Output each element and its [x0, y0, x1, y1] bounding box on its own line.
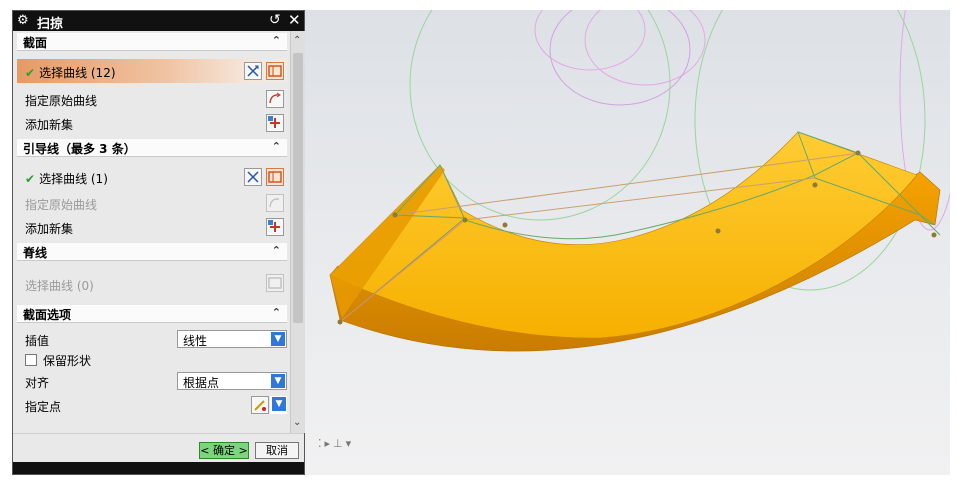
section-add-new-set-row[interactable]: 添加新集 [17, 111, 287, 135]
add-set-icon[interactable] [266, 218, 284, 236]
curve-select-icon [266, 274, 284, 292]
section-select-curve-label: 选择曲线 (12) [39, 66, 116, 80]
guide-select-curve-row[interactable]: ✔ 选择曲线 (1) [17, 165, 287, 189]
dropdown-arrow-icon[interactable]: ▼ [271, 374, 285, 388]
dropdown-arrow-icon[interactable]: ▼ [272, 397, 286, 411]
origin-curve-icon [266, 194, 284, 212]
reverse-direction-icon[interactable] [244, 62, 262, 80]
point-method-dropdown[interactable]: ▼ [270, 396, 287, 414]
alignment-dropdown[interactable]: 根据点 ▼ [177, 372, 287, 390]
section-header-spine[interactable]: 脊线 ⌃ [17, 243, 287, 261]
guide-header-label: 引导线（最多 3 条） [23, 142, 136, 156]
guide-add-new-set-label: 添加新集 [25, 222, 74, 236]
section-options-header-label: 截面选项 [23, 308, 72, 322]
sweep-model-scene[interactable] [300, 10, 950, 475]
preserve-shape-checkbox[interactable] [25, 354, 37, 366]
dialog-titlebar[interactable]: ⚙ 扫掠 ↺ ✕ [13, 11, 304, 32]
alignment-label: 对齐 [25, 376, 50, 390]
collapse-icon[interactable]: ⌃ [272, 244, 281, 257]
curve-select-icon[interactable] [266, 168, 284, 186]
interpolation-label: 插值 [25, 334, 50, 348]
section-header-section[interactable]: 截面 ⌃ [17, 33, 287, 51]
section-header-section-options[interactable]: 截面选项 ⌃ [17, 305, 287, 323]
section-specify-origin-row[interactable]: 指定原始曲线 [17, 87, 287, 111]
dialog-footer: < 确定 > 取消 [13, 433, 304, 463]
gear-icon[interactable]: ⚙ [17, 13, 29, 28]
reverse-direction-icon[interactable] [244, 168, 262, 186]
section-header-guide[interactable]: 引导线（最多 3 条） ⌃ [17, 139, 287, 157]
guide-select-curve-label: 选择曲线 (1) [39, 172, 108, 186]
section-add-new-set-label: 添加新集 [25, 118, 74, 132]
spine-select-curve-label: 选择曲线 (0) [25, 279, 94, 293]
spine-header-label: 脊线 [23, 246, 48, 260]
sweep-dialog: ⚙ 扫掠 ↺ ✕ 截面 ⌃ ✔ 选择曲线 (12) 指定原始曲线 添加新集 引导… [12, 10, 305, 475]
section-select-curve-row[interactable]: ✔ 选择曲线 (12) [17, 59, 287, 83]
dropdown-arrow-icon[interactable]: ▼ [271, 332, 285, 346]
point-dialog-icon[interactable] [251, 396, 269, 414]
graphics-viewport[interactable] [300, 10, 950, 475]
spine-select-curve-row: 选择曲线 (0) [17, 269, 287, 297]
scroll-up-icon[interactable]: ⌃ [293, 35, 301, 46]
ok-button[interactable]: < 确定 > [199, 442, 249, 459]
cancel-button[interactable]: 取消 [255, 442, 299, 459]
check-icon: ✔ [25, 66, 36, 80]
dialog-scrollbar[interactable]: ⌃ ⌄ [290, 31, 305, 433]
alignment-row: 对齐 根据点 ▼ [17, 369, 287, 393]
reset-icon[interactable]: ↺ [269, 12, 281, 28]
scrollbar-thumb[interactable] [293, 53, 303, 323]
dialog-panel: 截面 ⌃ ✔ 选择曲线 (12) 指定原始曲线 添加新集 引导线（最多 3 条）… [13, 31, 289, 433]
dialog-title: 扫掠 [37, 17, 64, 32]
snap-filter-icon[interactable]: ⊥ [333, 437, 343, 450]
interpolation-dropdown[interactable]: 线性 ▼ [177, 330, 287, 348]
snap-dropdown-icon[interactable]: ▾ [346, 437, 352, 450]
section-specify-origin-label: 指定原始曲线 [25, 94, 98, 108]
specify-point-row: 指定点 ▼ [17, 393, 287, 417]
collapse-icon[interactable]: ⌃ [272, 306, 281, 319]
interpolation-row: 插值 线性 ▼ [17, 327, 287, 351]
scroll-down-icon[interactable]: ⌄ [293, 417, 301, 428]
interpolation-value: 线性 [183, 334, 208, 348]
preserve-shape-label: 保留形状 [43, 354, 92, 368]
section-header-label: 截面 [23, 36, 48, 50]
collapse-icon[interactable]: ⌃ [272, 140, 281, 153]
guide-add-new-set-row[interactable]: 添加新集 [17, 215, 287, 239]
preserve-shape-row[interactable]: 保留形状 [17, 349, 287, 369]
curve-select-icon[interactable] [266, 62, 284, 80]
guide-specify-origin-row: 指定原始曲线 [17, 191, 287, 215]
collapse-icon[interactable]: ⌃ [272, 34, 281, 47]
check-icon: ✔ [25, 172, 36, 186]
guide-specify-origin-label: 指定原始曲线 [25, 198, 98, 212]
snap-point-icon[interactable]: ⁚ [318, 437, 322, 450]
origin-curve-icon[interactable] [266, 90, 284, 108]
alignment-value: 根据点 [183, 376, 220, 390]
add-set-icon[interactable] [266, 114, 284, 132]
close-icon[interactable]: ✕ [288, 11, 301, 29]
sweep-solid-top[interactable] [329, 131, 918, 339]
snap-toolbar[interactable]: ⁚ ▸ ⊥ ▾ [318, 437, 368, 453]
dialog-bottom-bar [13, 462, 304, 474]
snap-arrow-icon[interactable]: ▸ [325, 437, 331, 450]
specify-point-label: 指定点 [25, 400, 62, 414]
